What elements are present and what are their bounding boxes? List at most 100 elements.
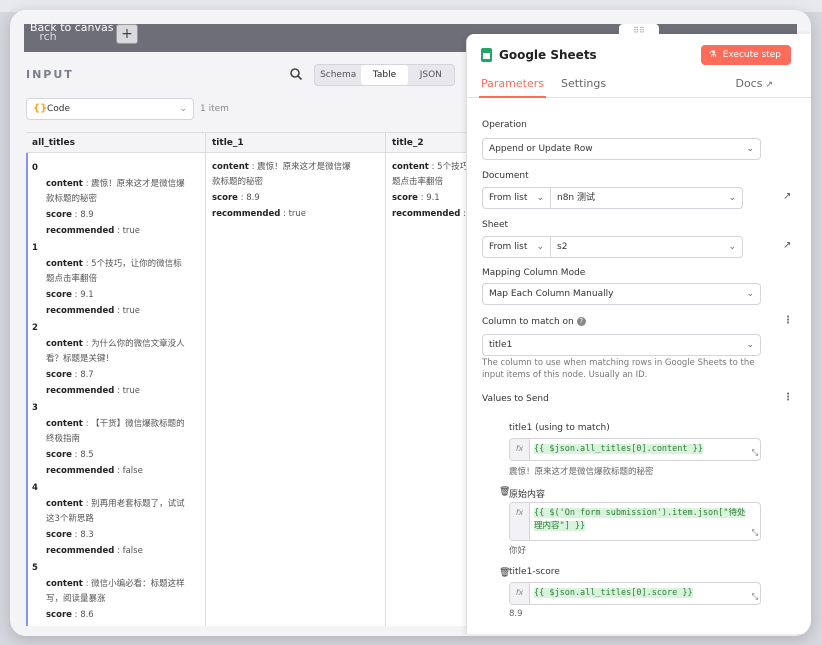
more-options-icon[interactable]: ⋮: [783, 392, 793, 403]
help-icon[interactable]: ?: [576, 317, 586, 326]
fx-icon: fx: [510, 583, 530, 604]
back-to-canvas-link[interactable]: Back to canvas: [30, 21, 113, 34]
document-mode-value: From list: [489, 193, 528, 203]
more-options-icon[interactable]: ⋮: [783, 315, 793, 326]
value-text: false: [122, 466, 143, 476]
value-text: true: [288, 209, 307, 219]
tab-settings[interactable]: Settings: [561, 74, 606, 98]
expression-field[interactable]: fx {{ $('On form submission').item.json[…: [509, 502, 761, 541]
mapping-mode-value: Map Each Column Manually: [489, 289, 614, 299]
schema-view-button[interactable]: Schema: [315, 65, 361, 85]
kv-recommended: recommended : true: [46, 386, 141, 396]
sheet-select: From list ⌄ s2 ⌄: [482, 236, 743, 258]
key-label: recommended: [46, 546, 115, 556]
column-to-match-hint: The column to use when matching rows in …: [482, 358, 755, 380]
expand-icon[interactable]: ⤡: [752, 592, 758, 602]
node-detail-modal: Back to canvas rch + INPUT Schema Table …: [10, 10, 811, 636]
row-index: 2: [32, 323, 38, 333]
operation-label: Operation: [482, 120, 527, 130]
value-text: 8.9: [80, 210, 94, 220]
kv-recommended: recommended : false: [46, 546, 143, 556]
value-text: false: [122, 546, 143, 556]
kv-score: score : 8.9: [46, 210, 94, 220]
value-label: 原始内容: [509, 490, 546, 500]
json-view-button[interactable]: JSON: [408, 65, 454, 85]
column-to-match-label: Column to match on?: [482, 317, 586, 327]
expression-field[interactable]: fx {{ $json.all_titles[0].content }} ⤡: [509, 438, 761, 461]
tab-parameters[interactable]: Parameters: [479, 74, 546, 98]
operation-select[interactable]: Append or Update Row ⌄: [482, 138, 761, 160]
chevron-down-icon: ⌄: [179, 104, 187, 114]
mapping-mode-select[interactable]: Map Each Column Manually ⌄: [482, 283, 761, 305]
sheet-mode-value: From list: [489, 242, 528, 252]
chevron-down-icon: ⌄: [536, 193, 544, 203]
key-label: content: [46, 579, 83, 589]
mapping-mode-label: Mapping Column Mode: [482, 268, 586, 278]
row-index: 0: [32, 163, 38, 173]
table-view-button[interactable]: Table: [361, 65, 408, 85]
document-value-select[interactable]: n8n 测试 ⌄: [551, 188, 742, 208]
node-title[interactable]: Google Sheets: [499, 48, 597, 62]
expression-text: {{ $('On form submission').item.json["待处…: [534, 508, 746, 531]
key-label: recommended: [46, 226, 115, 236]
add-button[interactable]: +: [116, 24, 138, 44]
sheet-label: Sheet: [482, 220, 509, 230]
sheet-value-select[interactable]: s2 ⌄: [551, 237, 742, 257]
sheet-value: s2: [557, 242, 568, 252]
expand-icon[interactable]: ⤡: [752, 448, 758, 458]
chevron-down-icon: ⌄: [536, 242, 544, 252]
key-label: content: [46, 499, 83, 509]
execute-step-label: Execute step: [722, 50, 781, 60]
kv-content: content : 震惊！原来这才是微信爆款标题的秘密: [212, 162, 351, 187]
column-header: title_2: [386, 133, 466, 153]
expression-result: 你好: [509, 546, 527, 556]
key-label: score: [212, 193, 238, 203]
key-label: content: [46, 339, 83, 349]
value-label: title1-score: [509, 567, 560, 577]
search-icon[interactable]: [289, 67, 303, 81]
column-to-match-select[interactable]: title1 ⌄: [482, 334, 761, 356]
row-index: 5: [32, 563, 38, 573]
value-text: 8.5: [80, 450, 94, 460]
column-to-match-value: title1: [489, 340, 513, 350]
expression-result: 8.9: [509, 609, 523, 619]
fx-icon: fx: [510, 503, 530, 540]
row-index: 1: [32, 243, 38, 253]
kv-content: content : 5个技巧，让你的微信标题点击率翻倍: [46, 259, 182, 284]
key-label: score: [46, 450, 72, 460]
expression-field[interactable]: fx {{ $json.all_titles[0].score }} ⤡: [509, 582, 761, 605]
value-label: title1 (using to match): [509, 423, 610, 433]
input-node-select[interactable]: {} Code ⌄: [26, 98, 194, 120]
execute-step-button[interactable]: ⚗ Execute step: [700, 45, 791, 65]
key-label: recommended: [46, 306, 115, 316]
document-select: From list ⌄ n8n 测试 ⌄: [482, 187, 743, 209]
kv-recommended: recommended : true: [46, 306, 141, 316]
document-label: Document: [482, 171, 529, 181]
kv-content: content : 5个技巧，让你的微信标题点击率翻倍: [386, 160, 466, 190]
kv-score: score : 8.9: [212, 193, 260, 203]
open-document-icon[interactable]: ↗: [783, 191, 795, 203]
kv-score: score : 9.1: [46, 290, 94, 300]
key-label: score: [392, 193, 418, 203]
node-parameters-panel: ⠿⠿ Google Sheets ⚗ Execute step Paramete…: [466, 24, 811, 634]
kv-content: content : 微信小编必看：标题这样写，阅读量暴涨: [46, 579, 185, 604]
expand-icon[interactable]: ⤡: [752, 528, 758, 538]
key-label: recommended: [212, 209, 281, 219]
sheet-mode-select[interactable]: From list ⌄: [483, 237, 551, 257]
kv-recommended: recommended : true: [46, 226, 141, 236]
value-text: 8.3: [80, 530, 94, 540]
values-to-send-label: Values to Send: [482, 394, 549, 404]
drag-handle[interactable]: ⠿⠿: [619, 24, 659, 38]
title-1-cell: content : 震惊！原来这才是微信爆款标题的秘密 score : 8.9 …: [206, 153, 385, 222]
operation-value: Append or Update Row: [489, 144, 593, 154]
flask-icon: ⚗: [708, 50, 717, 60]
row-index: 4: [32, 483, 38, 493]
key-label: content: [46, 419, 83, 429]
chevron-down-icon: ⌄: [728, 242, 736, 252]
input-pane-label: INPUT: [26, 68, 74, 81]
docs-link[interactable]: Docs ↗: [735, 74, 773, 95]
document-value: n8n 测试: [557, 193, 595, 203]
open-sheet-icon[interactable]: ↗: [783, 240, 795, 252]
document-mode-select[interactable]: From list ⌄: [483, 188, 551, 208]
value-text: 8.6: [80, 610, 94, 620]
